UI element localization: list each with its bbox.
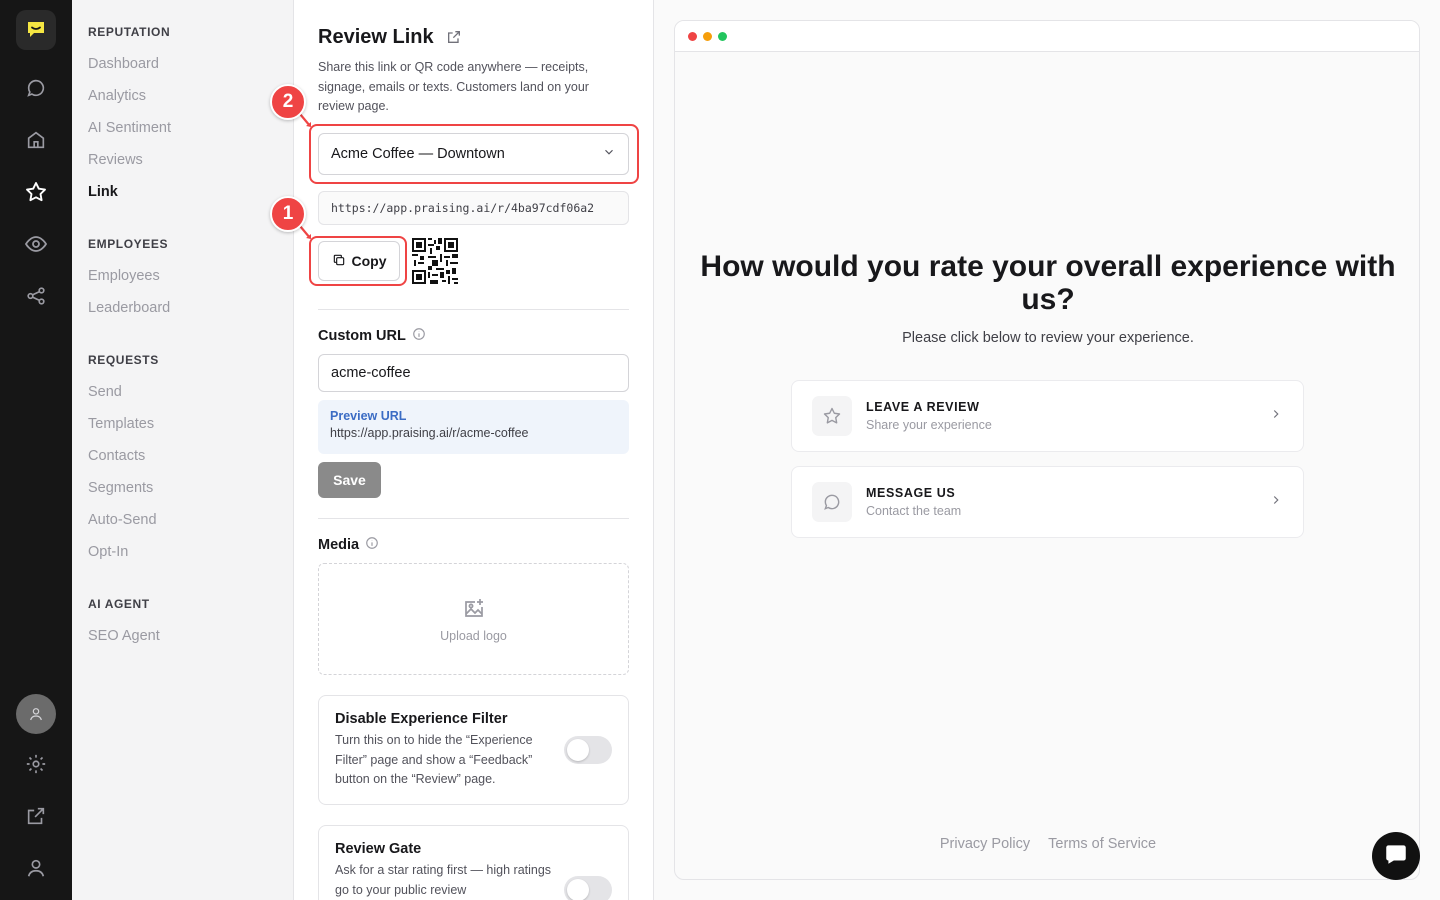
custom-url-input[interactable]: acme-coffee: [318, 354, 629, 392]
qr-code-icon[interactable]: [410, 236, 460, 286]
upload-logo-label: Upload logo: [440, 628, 507, 643]
option-subtitle: Share your experience: [866, 418, 992, 432]
user-icon[interactable]: [20, 852, 52, 884]
annotation-badge-1: 1: [270, 196, 306, 232]
review-page-preview: How would you rate your overall experien…: [674, 20, 1420, 880]
nav-item-employees[interactable]: Employees: [88, 268, 160, 284]
divider: [318, 309, 629, 310]
annotation-badge-2: 2: [270, 84, 306, 120]
nav-item-ai-sentiment[interactable]: AI Sentiment: [88, 120, 171, 136]
chat-bubble-icon: [812, 482, 852, 522]
save-button[interactable]: Save: [318, 462, 381, 498]
chat-bubble-icon: [1383, 841, 1409, 872]
nav-section-title: REQUESTS: [88, 353, 159, 367]
nav-section-title: REPUTATION: [88, 25, 171, 39]
info-icon[interactable]: [365, 536, 379, 554]
chat-launcher-button[interactable]: [1372, 832, 1420, 880]
nav-item-auto-send[interactable]: Auto-Send: [88, 512, 157, 528]
logo-icon[interactable]: [16, 10, 56, 50]
custom-url-label-text: Custom URL: [318, 328, 406, 344]
icon-rail: [0, 0, 72, 900]
card-title: Review Gate: [335, 841, 422, 857]
message-us-option[interactable]: MESSAGE US Contact the team: [791, 466, 1304, 538]
card-description: Turn this on to hide the “Experience Fil…: [335, 733, 533, 786]
nav-item-analytics[interactable]: Analytics: [88, 88, 146, 104]
nav-sidebar: REPUTATION Dashboard Analytics AI Sentim…: [72, 0, 294, 900]
nav-item-send[interactable]: Send: [88, 384, 122, 400]
preview-heading: How would you rate your overall experien…: [700, 250, 1396, 316]
nav-item-templates[interactable]: Templates: [88, 416, 154, 432]
share-icon[interactable]: [20, 280, 52, 312]
option-title: MESSAGE US: [866, 486, 956, 500]
nav-item-leaderboard[interactable]: Leaderboard: [88, 300, 170, 316]
card-title: Disable Experience Filter: [335, 711, 508, 727]
nav-section-title: AI AGENT: [88, 597, 150, 611]
leave-review-option[interactable]: LEAVE A REVIEW Share your experience: [791, 380, 1304, 452]
disable-experience-filter-toggle[interactable]: [564, 736, 612, 764]
chevron-right-icon: [1269, 407, 1283, 426]
open-external-icon[interactable]: [446, 29, 462, 50]
review-gate-toggle[interactable]: [564, 876, 612, 900]
nav-item-opt-in[interactable]: Opt-In: [88, 544, 128, 560]
preview-subtitle: Please click below to review your experi…: [902, 330, 1194, 346]
nav-item-segments[interactable]: Segments: [88, 480, 153, 496]
page-description: Share this link or QR code anywhere — re…: [318, 60, 589, 113]
review-url-field[interactable]: https://app.praising.ai/r/4ba97cdf06a2: [318, 191, 629, 225]
custom-url-label: Custom URL: [318, 327, 426, 345]
home-icon[interactable]: [20, 124, 52, 156]
media-label: Media: [318, 536, 379, 554]
chat-icon[interactable]: [20, 72, 52, 104]
nav-section-title: EMPLOYEES: [88, 237, 169, 251]
preview-footer: Privacy Policy Terms of Service: [675, 836, 1419, 852]
option-title: LEAVE A REVIEW: [866, 400, 980, 414]
privacy-policy-link[interactable]: Privacy Policy: [940, 836, 1030, 852]
star-icon: [812, 396, 852, 436]
gear-icon[interactable]: [20, 748, 52, 780]
window-dot-yellow: [703, 31, 712, 41]
avatar-icon[interactable]: [16, 694, 56, 734]
card-description: Ask for a star rating first — high ratin…: [335, 863, 552, 897]
eye-icon[interactable]: [20, 228, 52, 260]
browser-bar: [675, 21, 1419, 52]
nav-item-seo-agent[interactable]: SEO Agent: [88, 628, 160, 644]
nav-item-reviews[interactable]: Reviews: [88, 152, 143, 168]
chevron-right-icon: [1269, 493, 1283, 512]
review-gate-card: Review Gate Ask for a star rating first …: [318, 825, 629, 900]
nav-item-dashboard[interactable]: Dashboard: [88, 56, 159, 72]
external-link-icon[interactable]: [20, 800, 52, 832]
preview-url-value: https://app.praising.ai/r/acme-coffee: [330, 426, 529, 440]
nav-item-contacts[interactable]: Contacts: [88, 448, 145, 464]
upload-logo-dropzone[interactable]: Upload logo: [318, 563, 629, 675]
media-label-text: Media: [318, 537, 360, 553]
info-icon[interactable]: [412, 327, 426, 345]
preview-url-label: Preview URL: [330, 409, 407, 423]
disable-experience-filter-card: Disable Experience Filter Turn this on t…: [318, 695, 629, 805]
option-subtitle: Contact the team: [866, 504, 962, 518]
page-title: Review Link: [318, 26, 434, 48]
window-dot-green: [718, 31, 727, 41]
image-plus-icon: [462, 596, 486, 623]
preview-url-box: Preview URL https://app.praising.ai/r/ac…: [318, 400, 629, 454]
window-dot-red: [688, 31, 697, 41]
star-icon[interactable]: [20, 176, 52, 208]
nav-item-link[interactable]: Link: [88, 184, 118, 200]
highlight-location-select: [309, 124, 639, 184]
divider: [318, 518, 629, 519]
terms-of-service-link[interactable]: Terms of Service: [1048, 836, 1156, 852]
highlight-copy-button: [309, 236, 407, 286]
